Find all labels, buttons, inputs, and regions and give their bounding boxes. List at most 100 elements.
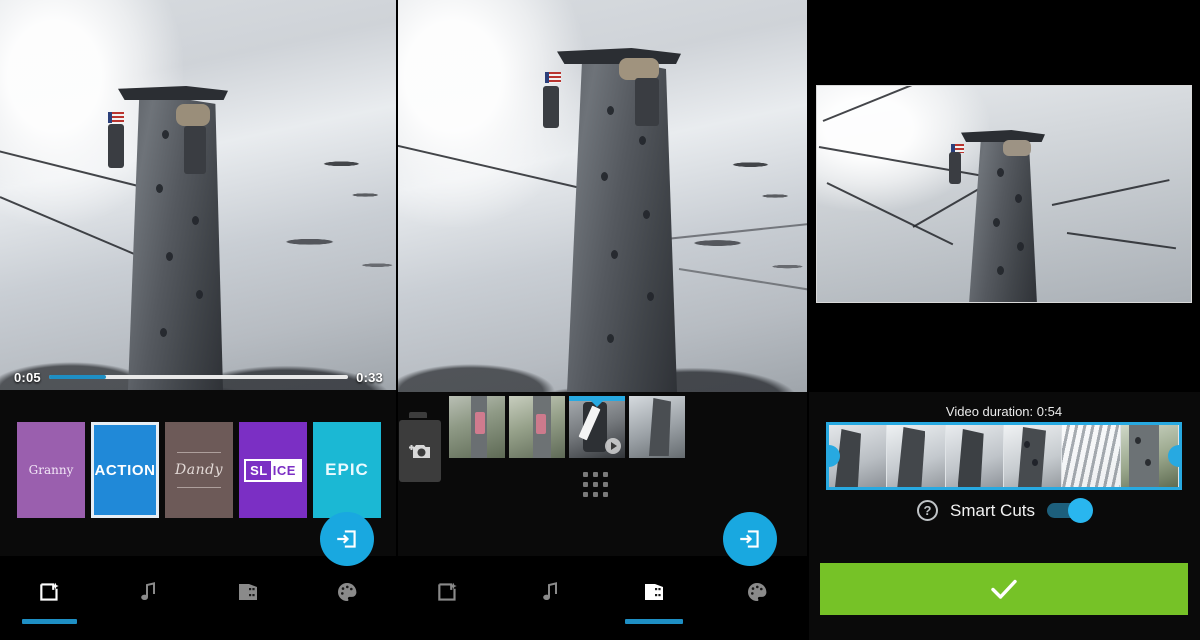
clips-panel [397, 0, 808, 640]
theme-card-slice[interactable]: SL ICE [239, 422, 307, 518]
palette-icon [338, 583, 357, 601]
add-clip-button[interactable] [399, 412, 441, 482]
nav-item-clips[interactable] [199, 556, 298, 628]
branch [678, 268, 808, 292]
export-fab-clips[interactable] [723, 512, 777, 566]
climber [949, 152, 961, 184]
nav-active-underline [625, 619, 683, 624]
nav-item-themes[interactable] [298, 556, 397, 628]
ornament-line [177, 452, 221, 453]
nav-item-music[interactable] [500, 556, 603, 628]
filmstrip-frame [1062, 425, 1121, 487]
guy-line [397, 140, 602, 194]
drag-handle-dots[interactable] [583, 472, 608, 497]
help-circle-icon[interactable]: ? [916, 500, 938, 521]
export-icon [337, 530, 356, 548]
climber [543, 86, 559, 128]
climber [635, 78, 659, 126]
clip-tab [409, 412, 427, 418]
smart-cuts-row: ? Smart Cuts [808, 498, 1200, 523]
video-preview-trim[interactable] [808, 0, 1200, 392]
clip-thumbnail[interactable] [449, 396, 505, 458]
flag-icon [108, 112, 124, 123]
theme-label: EPIC [325, 460, 369, 479]
themes-panel: 0:05 0:33 Granny ACTION Dandy SL ICE EPI… [0, 0, 397, 640]
themes-strip[interactable]: Granny ACTION Dandy SL ICE EPIC [17, 422, 381, 518]
magic-photo-icon [39, 582, 59, 601]
scrubber[interactable]: 0:05 0:33 [0, 366, 397, 388]
nav-item-effects[interactable] [0, 556, 99, 628]
filmstrip-frame [945, 425, 1004, 487]
branch [1066, 232, 1177, 250]
palette-icon [747, 583, 767, 601]
branch [1051, 179, 1170, 206]
theme-label-part1: SL [250, 462, 268, 478]
filmstrip-frame [1003, 425, 1063, 487]
theme-label: Granny [28, 463, 74, 477]
filmstrip-frame [887, 425, 946, 487]
branch [822, 86, 935, 122]
nav-item-music[interactable] [99, 556, 198, 628]
add-camera-icon [409, 445, 430, 458]
nav-item-clips[interactable] [603, 556, 706, 628]
film-clip-icon [644, 584, 663, 600]
ornament-line [177, 487, 221, 488]
tower-cap [961, 130, 1045, 142]
slice-logo: SL ICE [244, 458, 302, 482]
play-button[interactable] [605, 438, 621, 454]
toggle-knob [1068, 498, 1094, 523]
climbing-tower [128, 92, 223, 390]
clip-thumbnail[interactable] [509, 396, 565, 458]
video-frame-image [397, 0, 808, 392]
theme-label: Dandy [175, 462, 223, 478]
climbing-tower [969, 134, 1037, 302]
panel-divider-2 [807, 0, 809, 640]
climber [619, 58, 659, 80]
theme-label: ACTION [94, 461, 156, 479]
app-screen: 0:05 0:33 Granny ACTION Dandy SL ICE EPI… [0, 0, 1200, 640]
trim-panel: Video duration: 0:54 ? Smart Cuts [808, 0, 1200, 640]
current-time-label: 0:05 [14, 369, 41, 385]
climber [176, 104, 210, 126]
video-preview-themes[interactable] [0, 0, 397, 390]
music-note-icon [141, 582, 155, 600]
clips-strip[interactable] [449, 396, 685, 458]
magic-photo-icon [438, 582, 458, 601]
scrubber-fill [48, 375, 106, 379]
video-preview-clips[interactable] [397, 0, 808, 392]
bottom-nav-themes [0, 556, 397, 640]
nav-active-underline [21, 619, 78, 624]
smart-cuts-toggle[interactable] [1047, 498, 1094, 523]
theme-card-action[interactable]: ACTION [91, 422, 159, 518]
climber [184, 126, 206, 174]
video-frame-image [0, 0, 397, 390]
video-duration-label: Video duration: 0:54 [945, 404, 1063, 419]
scrubber-track[interactable] [48, 375, 349, 379]
climber [108, 124, 124, 168]
flag-icon [545, 72, 561, 83]
tower-cap [118, 86, 228, 100]
clip-selected-arrow [591, 401, 603, 407]
clip-thumbnail-selected[interactable] [569, 396, 625, 458]
export-icon [740, 530, 759, 548]
climber [1003, 140, 1031, 156]
nav-item-themes[interactable] [705, 556, 808, 628]
theme-label-part2: ICE [270, 460, 300, 480]
trim-filmstrip[interactable] [826, 422, 1182, 490]
theme-card-dandy[interactable]: Dandy [165, 422, 233, 518]
climbing-tower [567, 52, 677, 392]
film-clip-icon [239, 584, 258, 600]
letterboxed-video-frame [816, 85, 1192, 303]
smart-cuts-label: Smart Cuts [949, 500, 1036, 520]
theme-card-epic[interactable]: EPIC [313, 422, 381, 518]
checkmark-icon [991, 579, 1017, 599]
total-time-label: 0:33 [356, 369, 383, 385]
export-fab-themes[interactable] [320, 512, 374, 566]
nav-item-effects[interactable] [397, 556, 500, 628]
theme-card-granny[interactable]: Granny [17, 422, 85, 518]
bottom-nav-clips [397, 556, 808, 640]
panel-divider-1 [396, 0, 398, 640]
confirm-button[interactable] [820, 563, 1188, 615]
music-note-icon [543, 582, 558, 600]
clip-thumbnail[interactable] [629, 396, 685, 458]
